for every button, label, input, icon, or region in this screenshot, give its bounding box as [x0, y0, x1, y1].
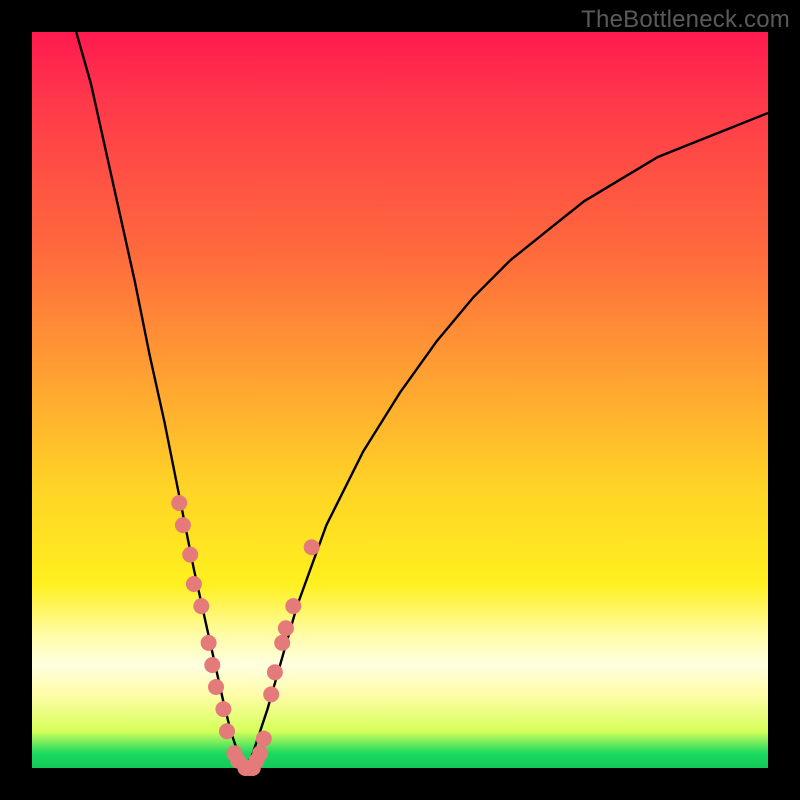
scatter-dot: [215, 701, 231, 717]
watermark-text: TheBottleneck.com: [581, 6, 790, 34]
scatter-dot: [193, 598, 209, 614]
scatter-dot: [175, 517, 191, 533]
scatter-dots: [171, 495, 320, 776]
scatter-dot: [186, 576, 202, 592]
scatter-dot: [201, 635, 217, 651]
scatter-dot: [274, 635, 290, 651]
scatter-dot: [263, 686, 279, 702]
scatter-dot: [219, 723, 235, 739]
scatter-dot: [267, 664, 283, 680]
scatter-dot: [278, 620, 294, 636]
scatter-dot: [204, 657, 220, 673]
scatter-dot: [252, 745, 268, 761]
curve-left-branch: [76, 32, 245, 768]
scatter-dot: [171, 495, 187, 511]
scatter-dot: [285, 598, 301, 614]
scatter-dot: [256, 731, 272, 747]
scatter-dot: [304, 539, 320, 555]
scatter-dot: [208, 679, 224, 695]
curve-right-branch: [245, 113, 768, 768]
plot-area: [32, 32, 768, 768]
chart-frame: TheBottleneck.com: [0, 0, 800, 800]
scatter-dot: [182, 547, 198, 563]
chart-svg: [32, 32, 768, 768]
